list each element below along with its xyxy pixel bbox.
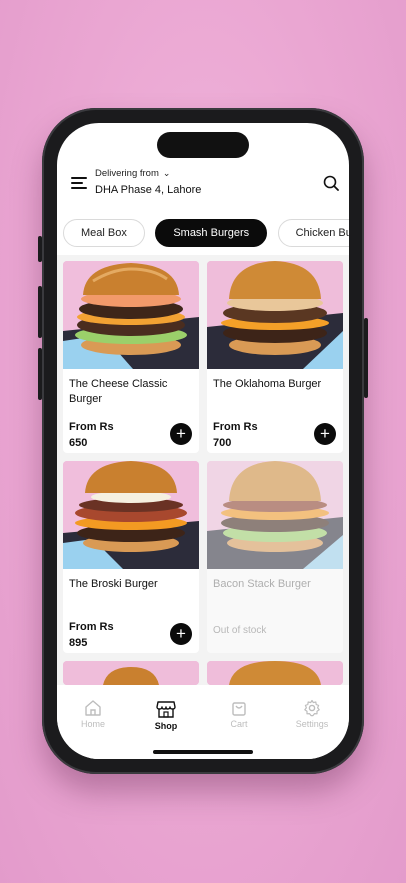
burger-image [63,461,199,569]
phone-volume-up [38,286,42,338]
price-label: From Rs [213,421,258,433]
product-card[interactable] [63,661,199,685]
product-title: The Oklahoma Burger [213,378,322,390]
price-label: From Rs [69,621,114,633]
phone-volume-down [38,348,42,400]
delivery-address[interactable]: DHA Phase 4, Lahore [95,184,201,196]
dynamic-island [157,132,249,158]
product-card[interactable]: The Broski Burger From Rs 895 + [63,461,199,653]
home-indicator[interactable] [153,750,253,754]
product-card[interactable]: The Oklahoma Burger From Rs 700 + [207,261,343,453]
add-to-cart-button[interactable]: + [170,423,192,445]
product-card[interactable]: The Cheese Classic Burger From Rs 650 + [63,261,199,453]
price-value: 700 [213,437,232,449]
location-selector[interactable]: Delivering from ⌄ [95,168,170,179]
menu-icon[interactable] [71,177,87,189]
phone-power-button [364,318,368,398]
nav-label: Settings [295,719,329,729]
price-value: 650 [69,437,88,449]
burger-image [207,461,343,569]
category-tabs: Meal Box Smash Burgers Chicken Burg [63,219,349,247]
nav-label: Shop [154,721,178,731]
search-icon[interactable] [323,175,339,191]
product-card[interactable]: Bacon Stack Burger Out of stock [207,461,343,653]
add-to-cart-button[interactable]: + [314,423,336,445]
nav-settings[interactable]: Settings [282,699,342,729]
app-screen: Delivering from ⌄ DHA Phase 4, Lahore Mea… [57,123,349,759]
tab-meal-box[interactable]: Meal Box [63,219,145,247]
tab-chicken-burgers[interactable]: Chicken Burg [277,219,349,247]
chevron-down-icon: ⌄ [162,168,171,178]
home-icon [85,700,101,716]
nav-cart[interactable]: Cart [209,699,269,729]
product-price: From Rs 895 [69,619,114,651]
shop-icon [156,701,176,718]
nav-shop[interactable]: Shop [136,699,196,731]
phone-mute-switch [38,236,42,262]
burger-image [63,261,199,369]
delivering-label: Delivering from [95,168,159,179]
product-title: The Broski Burger [69,578,158,590]
nav-home[interactable]: Home [63,699,123,729]
price-label: From Rs [69,421,114,433]
product-title: Bacon Stack Burger [213,578,311,590]
tab-smash-burgers[interactable]: Smash Burgers [155,219,268,247]
product-price: From Rs 650 [69,419,114,451]
price-value: 895 [69,637,88,649]
product-price: From Rs 700 [213,419,258,451]
product-card[interactable] [207,661,343,685]
nav-label: Home [80,719,105,729]
product-title: The Cheese Classic Burger [69,378,168,405]
gear-icon [304,699,320,717]
cart-icon [232,702,246,716]
add-to-cart-button[interactable]: + [170,623,192,645]
burger-image [207,261,343,369]
burger-image [63,661,199,685]
out-of-stock-label: Out of stock [213,625,267,636]
app-header: Delivering from ⌄ DHA Phase 4, Lahore [57,163,349,203]
burger-image [207,661,343,685]
nav-label: Cart [230,719,248,729]
